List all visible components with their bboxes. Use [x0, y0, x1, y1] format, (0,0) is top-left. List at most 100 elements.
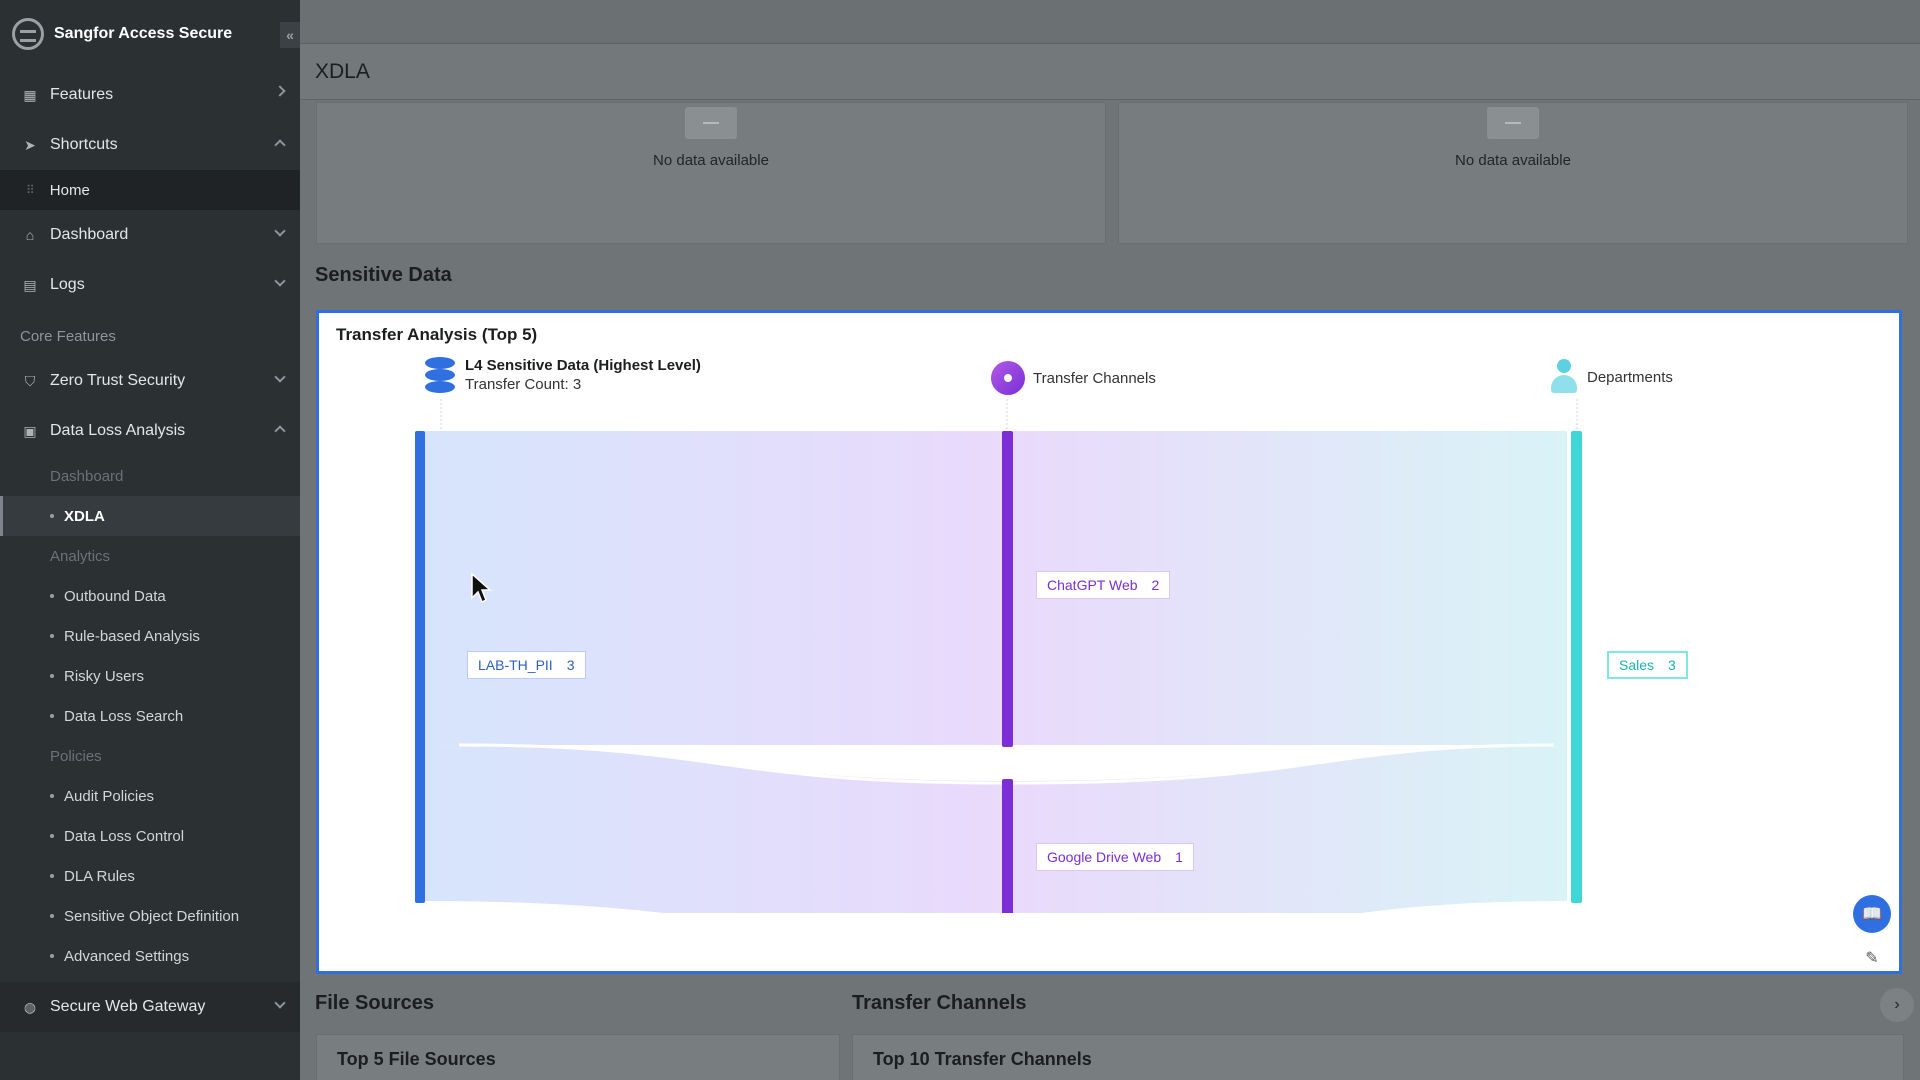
- sub-xdla-label: XDLA: [64, 507, 105, 525]
- document-icon: ▣: [23, 422, 37, 439]
- sub-search-label: Data Loss Search: [64, 707, 184, 725]
- node-bar-sales: [1571, 431, 1582, 903]
- sub-control-label: Data Loss Control: [64, 827, 185, 845]
- sub-audit-label: Audit Policies: [64, 787, 155, 805]
- shield-icon: ⛉: [24, 372, 36, 389]
- link-gdrive-sales: [1013, 745, 1567, 913]
- chevron-right-icon[interactable]: ›: [1880, 988, 1914, 1022]
- section-file-sources: File Sources: [315, 992, 434, 1014]
- node-label-sales[interactable]: Sales 3: [1607, 651, 1688, 679]
- main-content: XDLA No data available No data available…: [300, 0, 1920, 1080]
- sub-advanced-settings[interactable]: Advanced Settings: [0, 936, 300, 976]
- nav-shortcuts-label: Shortcuts: [50, 136, 118, 153]
- sub-advanced-label: Advanced Settings: [64, 947, 190, 965]
- panel-row: No data available No data available: [316, 102, 1908, 244]
- book-icon[interactable]: 📖: [1853, 895, 1891, 933]
- node-sales-value: 3: [1668, 657, 1676, 673]
- sub-xdla[interactable]: XDLA: [0, 496, 300, 536]
- sub-outbound-label: Outbound Data: [64, 587, 166, 605]
- sub-sensitive-object[interactable]: Sensitive Object Definition: [0, 896, 300, 936]
- nav-home-label: Home: [49, 181, 90, 199]
- sub-policies: Policies: [50, 747, 102, 765]
- no-data-icon: [685, 107, 737, 139]
- grid-icon: ▦: [23, 86, 37, 103]
- nav-swg-label: Secure Web Gateway: [50, 998, 206, 1015]
- logs-icon: ▤: [23, 276, 37, 293]
- page-title: XDLA: [300, 44, 1920, 100]
- nav-shortcuts[interactable]: ➤ Shortcuts: [0, 120, 300, 170]
- mouse-cursor-icon: [471, 572, 492, 604]
- chevron-down-icon: [274, 275, 286, 287]
- node-bar-gdrive: [1002, 779, 1013, 913]
- sub-outbound-data[interactable]: Outbound Data: [0, 576, 300, 616]
- sangfor-logo-icon: [12, 18, 44, 50]
- group-core-features: Core Features: [20, 327, 116, 345]
- chevron-up-icon: [274, 425, 286, 437]
- link-source-gdrive: [421, 745, 1003, 913]
- edit-icon[interactable]: ✎: [1853, 943, 1891, 973]
- sub-sensitive-label: Sensitive Object Definition: [64, 907, 240, 925]
- node-source-name: LAB-TH_PII: [478, 657, 553, 673]
- nav-secure-web-gateway[interactable]: ◍ Secure Web Gateway: [0, 982, 300, 1032]
- card-top10-channels: Top 10 Transfer Channels: [852, 1034, 1904, 1080]
- sidebar: Sangfor Access Secure « ▦ Features ➤ Sho…: [0, 0, 300, 1080]
- node-label-source[interactable]: LAB-TH_PII 3: [467, 651, 586, 679]
- home-icon: ⌂: [25, 227, 35, 243]
- sub-audit-policies[interactable]: Audit Policies: [0, 776, 300, 816]
- chevron-down-icon: [274, 997, 286, 1009]
- nav-dla-label: Data Loss Analysis: [50, 422, 186, 439]
- nav-features-label: Features: [50, 86, 114, 103]
- section-sensitive-data: Sensitive Data: [315, 264, 452, 286]
- sub-risky-label: Risky Users: [64, 667, 145, 685]
- no-data-icon: [1487, 107, 1539, 139]
- node-bar-chatgpt: [1002, 431, 1013, 747]
- globe-lock-icon: ◍: [23, 998, 37, 1015]
- nav-logs[interactable]: ▤ Logs: [0, 260, 300, 310]
- send-icon: ➤: [24, 136, 36, 153]
- node-sales-name: Sales: [1619, 657, 1655, 673]
- node-gdrive-name: Google Drive Web: [1047, 849, 1162, 865]
- chevron-down-icon: [274, 225, 286, 237]
- sub-data-loss-control[interactable]: Data Loss Control: [0, 816, 300, 856]
- top-bar: [300, 0, 1920, 44]
- node-label-chatgpt[interactable]: ChatGPT Web 2: [1036, 571, 1171, 599]
- sub-rules-label: DLA Rules: [64, 867, 135, 885]
- nav-dashboard-label: Dashboard: [50, 226, 129, 243]
- nav-home[interactable]: ⠿ Home: [0, 170, 300, 210]
- node-label-gdrive[interactable]: Google Drive Web 1: [1036, 843, 1194, 871]
- sub-risky-users[interactable]: Risky Users: [0, 656, 300, 696]
- section-transfer-channels: Transfer Channels: [852, 992, 1027, 1014]
- empty-panel-right: No data available: [1118, 102, 1908, 244]
- drag-handle-icon[interactable]: ⠿: [26, 183, 35, 197]
- card-top5-file-sources: Top 5 File Sources: [316, 1034, 840, 1080]
- sub-analytics: Analytics: [50, 547, 111, 565]
- nav-zero-trust-label: Zero Trust Security: [50, 372, 186, 389]
- node-bar-source: [415, 431, 425, 903]
- chevron-up-icon: [274, 139, 286, 151]
- node-gdrive-value: 1: [1175, 849, 1183, 865]
- sub-rule-based[interactable]: Rule-based Analysis: [0, 616, 300, 656]
- node-source-value: 3: [566, 657, 575, 673]
- nav-data-loss-analysis[interactable]: ▣ Data Loss Analysis: [0, 406, 300, 456]
- empty-panel-left: No data available: [316, 102, 1106, 244]
- link-source-chatgpt: [421, 431, 1003, 745]
- no-data-text: No data available: [1455, 152, 1571, 169]
- sub-dla-rules[interactable]: DLA Rules: [0, 856, 300, 896]
- no-data-text: No data available: [653, 152, 769, 169]
- nav-zero-trust[interactable]: ⛉ Zero Trust Security: [0, 356, 300, 406]
- node-chatgpt-name: ChatGPT Web: [1047, 577, 1138, 593]
- nav-dashboard[interactable]: ⌂ Dashboard: [0, 210, 300, 260]
- nav-logs-label: Logs: [50, 276, 85, 293]
- sub-rule-label: Rule-based Analysis: [64, 627, 200, 645]
- nav-features[interactable]: ▦ Features: [0, 70, 300, 120]
- sub-dashboard[interactable]: Dashboard: [0, 456, 300, 496]
- chevron-down-icon: [274, 371, 286, 383]
- app-title: Sangfor Access Secure: [54, 25, 233, 42]
- brand: Sangfor Access Secure «: [0, 0, 300, 68]
- node-chatgpt-value: 2: [1151, 577, 1160, 593]
- sub-data-loss-search[interactable]: Data Loss Search: [0, 696, 300, 736]
- sankey-card: Transfer Analysis (Top 5) L4 Sensitive D…: [316, 310, 1902, 974]
- collapse-sidebar-button[interactable]: «: [280, 22, 300, 48]
- sankey-svg: [415, 399, 1582, 913]
- chevron-right-icon: [274, 85, 286, 97]
